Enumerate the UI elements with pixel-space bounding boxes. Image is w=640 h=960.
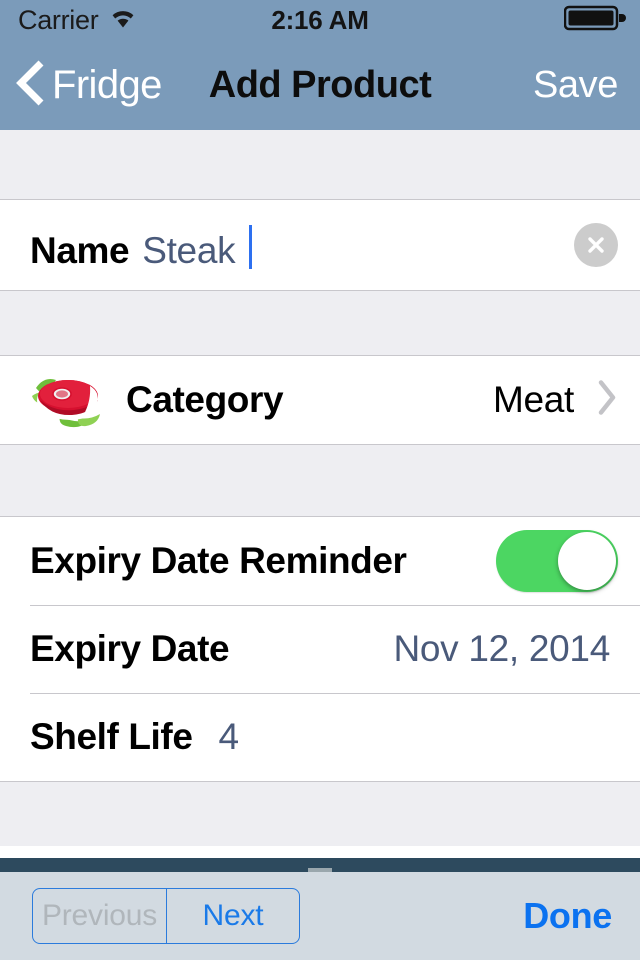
- name-label: Name: [30, 229, 130, 271]
- section-gap-2: [0, 445, 640, 516]
- section-category: Category Meat: [0, 355, 640, 445]
- status-bar: Carrier 2:16 AM: [0, 0, 640, 40]
- section-name: Name Steak: [0, 199, 640, 291]
- section-gap-top: [0, 130, 640, 199]
- app-screen: Carrier 2:16 AM Fridge Add Product Save …: [0, 0, 640, 960]
- status-bar-right: [563, 4, 626, 37]
- status-bar-time: 2:16 AM: [271, 4, 369, 35]
- clear-text-button[interactable]: [574, 223, 618, 267]
- expiry-date-label: Expiry Date: [30, 628, 230, 669]
- category-value: Meat: [492, 379, 574, 420]
- clear-circle-icon: [583, 232, 609, 258]
- toggle-knob: [558, 532, 616, 590]
- keyboard-accessory-toolbar: Previous Next Done: [0, 872, 640, 960]
- name-value: Steak: [142, 229, 236, 271]
- shelf-life-value: 4: [218, 716, 240, 757]
- navigation-bar: Fridge Add Product Save: [0, 40, 640, 130]
- keyboard-top-spacer: [0, 846, 640, 858]
- next-field-button[interactable]: Next: [166, 889, 299, 943]
- row-name[interactable]: Name Steak: [0, 200, 640, 290]
- battery-full-icon: [563, 4, 626, 37]
- section-gap-bottom: [0, 782, 640, 853]
- save-button[interactable]: Save: [533, 40, 618, 130]
- row-category[interactable]: Category Meat: [0, 356, 640, 444]
- row-separator: [30, 605, 640, 606]
- chevron-right-icon: [596, 379, 618, 422]
- category-label: Category: [126, 379, 284, 420]
- done-button[interactable]: Done: [523, 888, 612, 944]
- expiry-reminder-toggle[interactable]: [496, 530, 618, 592]
- expiry-date-value: Nov 12, 2014: [393, 628, 610, 669]
- steak-icon: [30, 370, 108, 430]
- row-expiry-date[interactable]: Expiry Date Nov 12, 2014: [0, 605, 640, 693]
- name-input[interactable]: Name Steak: [30, 219, 253, 272]
- field-navigation-segmented-control[interactable]: Previous Next: [32, 888, 300, 944]
- row-separator: [30, 693, 640, 694]
- section-expiry: Expiry Date Reminder Expiry Date Nov 12,…: [0, 516, 640, 782]
- text-caret: [249, 224, 253, 269]
- shelf-life-label: Shelf Life: [30, 716, 193, 757]
- row-expiry-reminder[interactable]: Expiry Date Reminder: [0, 517, 640, 605]
- previous-field-button[interactable]: Previous: [33, 889, 166, 943]
- expiry-reminder-label: Expiry Date Reminder: [30, 540, 407, 581]
- row-shelf-life[interactable]: Shelf Life 4: [0, 693, 640, 781]
- form-table: Name Steak Category Meat Expiry Date Rem…: [0, 130, 640, 860]
- section-gap-1: [0, 291, 640, 355]
